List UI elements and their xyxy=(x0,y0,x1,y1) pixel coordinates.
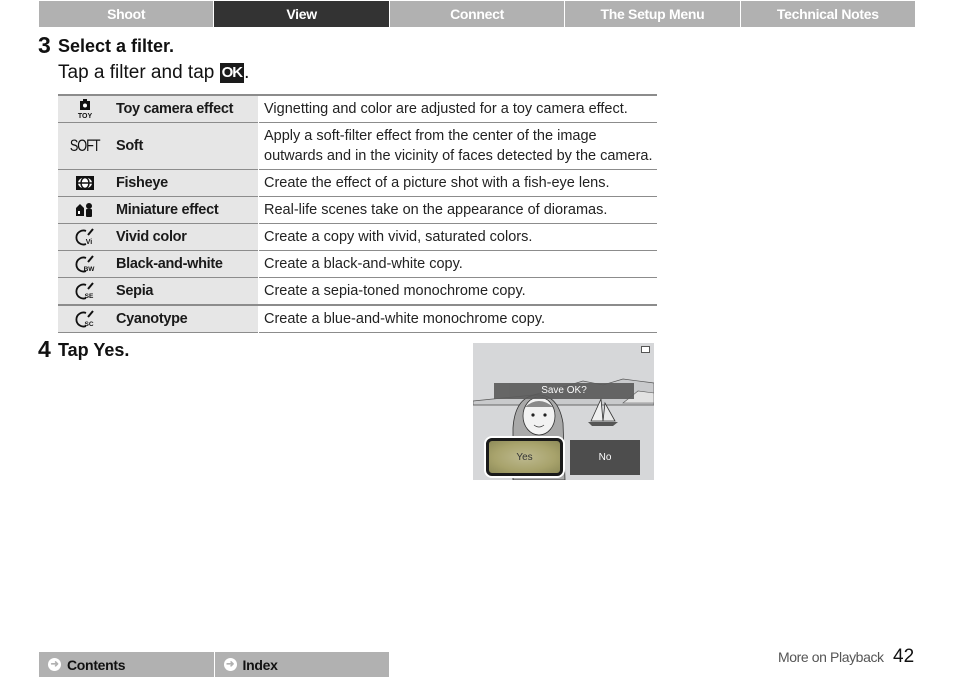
filter-name: Fisheye xyxy=(112,169,259,197)
step-3-title: Select a filter. xyxy=(58,36,175,56)
filter-description: Create a sepia-toned monochrome copy. xyxy=(258,277,657,305)
soft-icon: SOFT xyxy=(70,136,101,155)
page-number: 42 xyxy=(893,646,915,667)
svg-text:SE: SE xyxy=(85,293,94,300)
filter-name: Vivid color xyxy=(112,223,259,251)
svg-text:BW: BW xyxy=(84,266,96,273)
top-navigation: Shoot View Connect The Setup Menu Techni… xyxy=(39,1,916,27)
step-4-title: Tap Yes. xyxy=(58,340,130,360)
tab-setup-menu[interactable]: The Setup Menu xyxy=(565,1,741,27)
arrow-right-icon: ➜ xyxy=(48,658,61,671)
filter-name: Toy camera effect xyxy=(112,95,259,123)
camera-screen-illustration: Save OK? Yes No xyxy=(473,343,654,480)
section-title: More on Playback xyxy=(778,649,884,665)
step-3-number: 3 xyxy=(38,32,51,58)
save-ok-prompt: Save OK? xyxy=(494,383,634,399)
svg-text:TOY: TOY xyxy=(78,113,93,119)
step-4-number: 4 xyxy=(38,336,51,362)
table-row: Miniature effect Real-life scenes take o… xyxy=(58,196,657,224)
table-row: Vi Vivid color Create a copy with vivid,… xyxy=(58,223,657,251)
tab-connect[interactable]: Connect xyxy=(389,1,566,27)
tab-technical-notes[interactable]: Technical Notes xyxy=(740,1,916,27)
no-button[interactable]: No xyxy=(570,440,640,475)
black-and-white-icon: BW xyxy=(74,254,96,274)
filter-name: Sepia xyxy=(112,277,259,305)
yes-button[interactable]: Yes xyxy=(486,438,563,476)
miniature-icon xyxy=(74,200,96,220)
svg-text:SC: SC xyxy=(84,321,93,328)
svg-text:Vi: Vi xyxy=(86,239,93,246)
filter-description: Create a copy with vivid, saturated colo… xyxy=(258,223,657,251)
contents-link-label: Contents xyxy=(67,656,126,673)
tab-shoot[interactable]: Shoot xyxy=(39,1,215,27)
filter-name: Cyanotype xyxy=(112,305,259,333)
step-3-instruction-text: Tap a filter and tap xyxy=(58,62,215,83)
tab-view[interactable]: View xyxy=(214,1,390,27)
filter-description: Create a blue-and-white monochrome copy. xyxy=(258,305,657,333)
table-row: SOFT Soft Apply a soft-filter effect fro… xyxy=(58,122,657,170)
filter-description: Real-life scenes take on the appearance … xyxy=(258,196,657,224)
index-link[interactable]: ➜ Index xyxy=(214,652,389,677)
filter-table: TOY Toy camera effect Vignetting and col… xyxy=(58,94,657,333)
arrow-right-icon: ➜ xyxy=(223,658,237,671)
sepia-icon: SE xyxy=(74,281,96,301)
ok-button-icon: OK xyxy=(219,63,245,83)
table-row: SE Sepia Create a sepia-toned monochrome… xyxy=(58,277,657,305)
cyanotype-icon: SC xyxy=(74,309,96,329)
filter-name: Miniature effect xyxy=(112,196,259,224)
step-3-instruction-end: . xyxy=(244,62,250,83)
filter-description: Create the effect of a picture shot with… xyxy=(258,169,657,197)
vivid-color-icon: Vi xyxy=(74,227,96,247)
table-row: SC Cyanotype Create a blue-and-white mon… xyxy=(58,305,657,333)
bottom-navigation: ➜ Contents ➜ Index xyxy=(39,652,389,677)
fisheye-icon xyxy=(74,173,96,193)
filter-description: Apply a soft-filter effect from the cent… xyxy=(258,122,657,170)
index-link-label: Index xyxy=(242,656,278,673)
toy-camera-icon: TOY xyxy=(74,99,96,119)
filter-description: Create a black-and-white copy. xyxy=(258,250,657,278)
battery-icon xyxy=(641,346,650,353)
filter-name: Black-and-white xyxy=(112,250,259,278)
table-row: TOY Toy camera effect Vignetting and col… xyxy=(58,95,657,123)
contents-link[interactable]: ➜ Contents xyxy=(39,652,215,677)
filter-name: Soft xyxy=(112,122,259,170)
table-row: BW Black-and-white Create a black-and-wh… xyxy=(58,250,657,278)
step-3-instruction: Tap a filter and tap OK. xyxy=(58,62,249,84)
filter-description: Vignetting and color are adjusted for a … xyxy=(258,95,657,123)
table-row: Fisheye Create the effect of a picture s… xyxy=(58,169,657,197)
